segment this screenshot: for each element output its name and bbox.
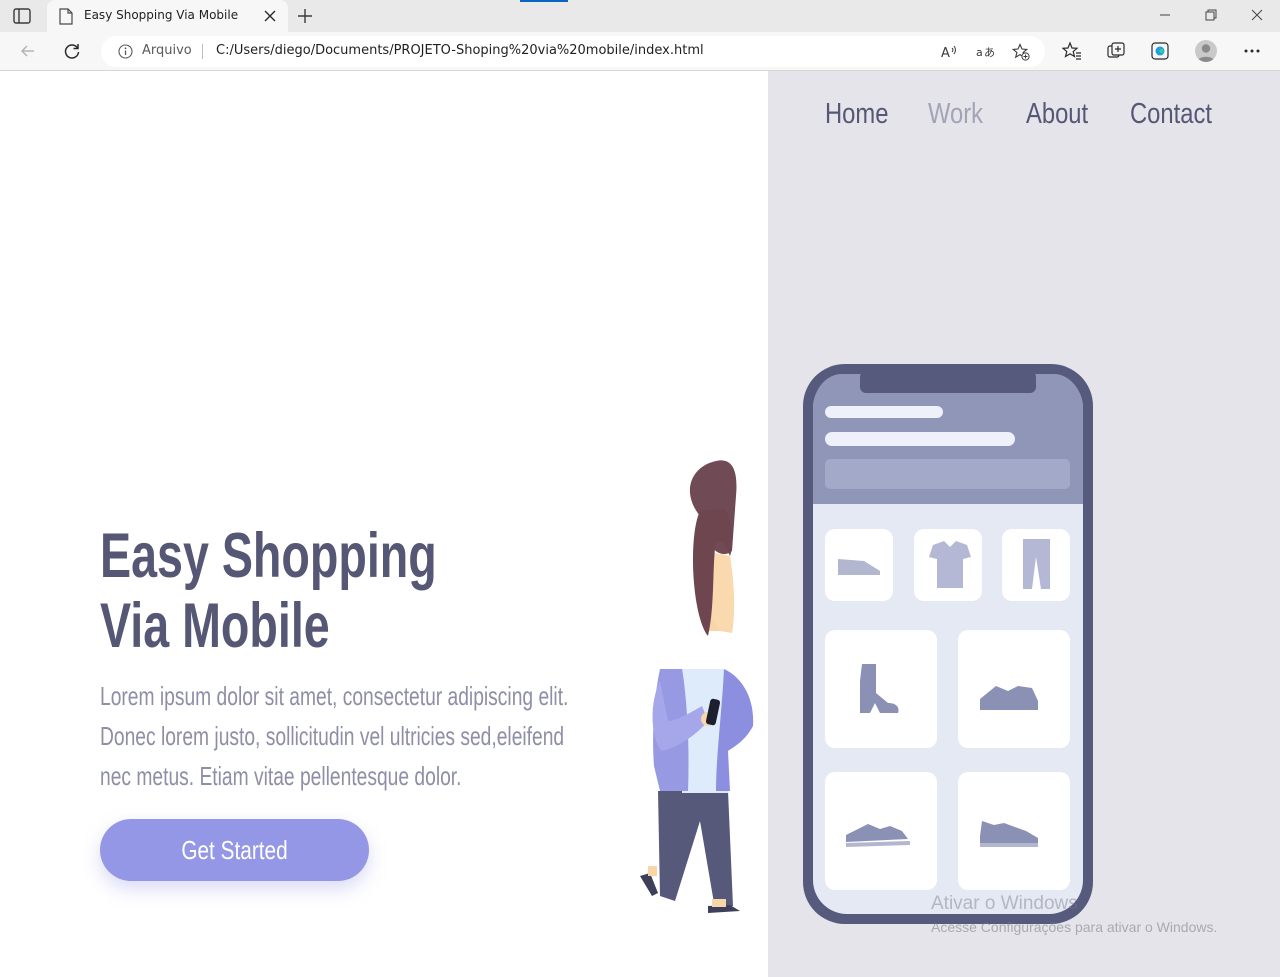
close-window-icon[interactable] xyxy=(1250,8,1264,22)
new-tab-icon[interactable] xyxy=(296,7,314,25)
svg-text:あ: あ xyxy=(984,46,994,59)
tab-title: Easy Shopping Via Mobile xyxy=(84,8,239,22)
get-started-label: Get Started xyxy=(181,835,288,865)
page-icon xyxy=(59,8,73,25)
tab-actions-icon[interactable] xyxy=(13,8,31,24)
read-aloud-icon[interactable]: A xyxy=(940,43,958,61)
browser-toolbar: Arquivo C:/Users/diego/Documents/PROJETO… xyxy=(0,32,1280,71)
collections-icon[interactable] xyxy=(1106,41,1126,61)
windows-activation-title: Ativar o Windows xyxy=(931,893,1078,914)
sneaker-sole xyxy=(980,843,1038,847)
nav-work-link[interactable]: Work xyxy=(928,98,983,131)
windows-activation-subtitle: Acesse Configurações para ativar o Windo… xyxy=(931,919,1218,935)
close-tab-icon[interactable] xyxy=(263,9,277,23)
accent-strip xyxy=(520,0,568,2)
info-icon[interactable] xyxy=(118,44,133,59)
svg-text:a: a xyxy=(976,46,983,59)
more-options-icon[interactable] xyxy=(1242,41,1262,61)
nav-home-link[interactable]: Home xyxy=(825,98,888,131)
hero-title: Easy Shopping Via Mobile xyxy=(100,521,437,661)
translate-icon[interactable]: a あ xyxy=(976,43,994,61)
page-content: Home Work About Contact Easy Shopping Vi… xyxy=(0,71,1280,977)
hero-title-line-1: Easy Shopping xyxy=(100,521,437,591)
back-icon[interactable] xyxy=(18,41,38,61)
shopping-illustration xyxy=(640,364,1093,924)
phone-mockup xyxy=(803,364,1093,924)
reload-icon[interactable] xyxy=(62,41,82,61)
site-info-label[interactable]: Arquivo xyxy=(142,43,192,58)
browser-tab[interactable]: Easy Shopping Via Mobile xyxy=(47,0,288,32)
address-bar[interactable]: Arquivo C:/Users/diego/Documents/PROJETO… xyxy=(101,36,1045,67)
hero-description: Lorem ipsum dolor sit amet, consectetur … xyxy=(100,681,569,791)
minimize-icon[interactable] xyxy=(1158,8,1172,22)
restore-icon[interactable] xyxy=(1204,8,1218,22)
profile-icon xyxy=(1197,44,1215,62)
profile-avatar[interactable] xyxy=(1195,40,1217,62)
favorites-icon[interactable] xyxy=(1062,41,1082,61)
nav-about-link[interactable]: About xyxy=(1026,98,1088,131)
browser-essentials-icon[interactable] xyxy=(1150,41,1170,61)
svg-text:A: A xyxy=(941,46,950,61)
add-favorite-icon[interactable] xyxy=(1012,43,1030,61)
url-text[interactable]: C:/Users/diego/Documents/PROJETO-Shoping… xyxy=(216,43,704,58)
nav-contact-link[interactable]: Contact xyxy=(1130,98,1212,131)
woman-figure xyxy=(640,460,754,913)
address-divider xyxy=(202,44,203,59)
get-started-button[interactable]: Get Started xyxy=(100,819,369,881)
hero-title-line-2: Via Mobile xyxy=(100,591,330,661)
browser-tab-bar: Easy Shopping Via Mobile xyxy=(0,0,1280,32)
